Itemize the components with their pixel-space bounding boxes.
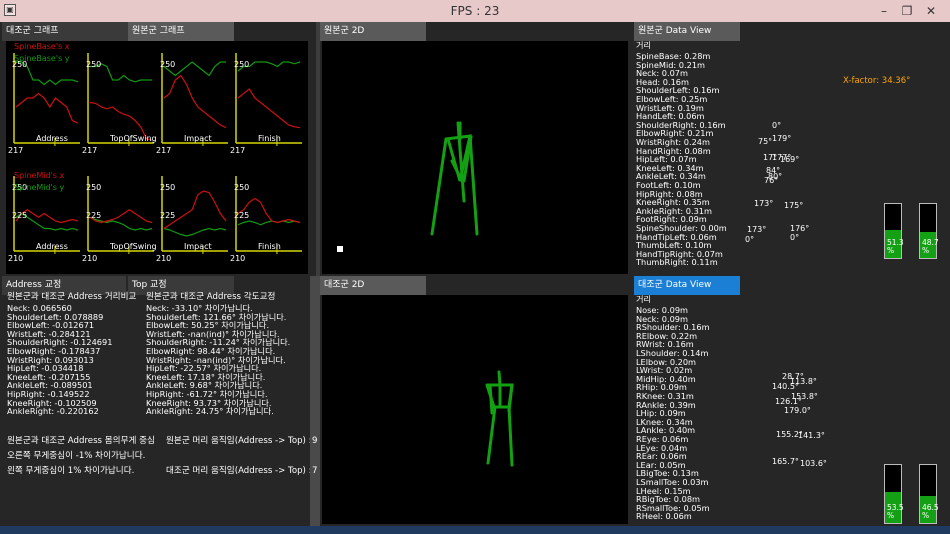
original-left-weight-bar: 51.3 %: [884, 203, 904, 259]
graph-canvas: 250 217 Address 250 217 TopOfSwing 250 217 Impac…: [6, 41, 308, 274]
tab-original-graph[interactable]: 원본군 그래프: [128, 22, 234, 41]
minimize-button[interactable]: –: [873, 2, 895, 20]
compare-2d-view: [322, 295, 628, 524]
phase-label: Address: [36, 134, 68, 143]
axis-mid-label: 225: [12, 211, 27, 220]
phase-label: Address: [36, 242, 68, 251]
axis-top-label: 250: [160, 183, 175, 192]
axis-bottom-label: 217: [156, 146, 171, 155]
weight-header: 원본군과 대조군 Address 몸의무게 중심: [7, 436, 155, 446]
original-angle-label: 169°: [780, 155, 800, 164]
original-2d-panel: 원본군 2D: [320, 22, 632, 276]
axis-mid-label: 225: [234, 211, 249, 220]
phase-label: Finish: [258, 242, 281, 251]
legend-y-series: SpineMid's y: [14, 183, 64, 192]
phase-label: Impact: [184, 242, 212, 251]
close-button[interactable]: ✕: [920, 2, 942, 20]
compare-angle-label: 141.3°: [798, 431, 825, 440]
original-angle-label: 173°: [754, 199, 774, 208]
head-move-original: 원본군 머리 움직임(Address -> Top) : 0.0: [166, 436, 316, 446]
original-angle-label: 76°: [764, 176, 779, 185]
original-angle-label: 0°: [745, 235, 755, 244]
axis-top-label: 250: [86, 183, 101, 192]
tab-compare-dataview[interactable]: 대조군 Data View: [634, 276, 740, 295]
original-dist-line: ThumbRight: 0.11m: [636, 257, 718, 268]
compare-right-weight-bar: 46.5 %: [919, 464, 939, 524]
compare-right-weight-label: 46.5 %: [922, 503, 939, 520]
axis-bottom-label: 210: [156, 254, 171, 263]
compare-2d-panel: 대조군 2D: [320, 276, 632, 526]
original-angle-label: 179°: [772, 134, 792, 143]
axis-bottom-label: 210: [8, 254, 23, 263]
tab-original-dataview[interactable]: 원본군 Data View: [634, 22, 740, 41]
taskbar: [0, 526, 950, 534]
window-title: FPS : 23: [450, 4, 500, 18]
head-move-compare: 대조군 머리 움직임(Address -> Top) : 0.0: [166, 466, 316, 476]
compare-left-weight-bar: 53.5 %: [884, 464, 904, 524]
original-skeleton: [337, 121, 479, 252]
original-angle-label: 0°: [790, 233, 800, 242]
original-left-weight-label: 51.3 %: [887, 238, 904, 255]
phase-label: TopOfSwing: [109, 134, 157, 143]
head-orig-tail: 9: [312, 436, 318, 446]
axis-top-label: 250: [234, 60, 249, 69]
correction-panel: Address 교정 Top 교정 원본군과 대조군 Address 거리비교 …: [0, 276, 316, 526]
compare-dist-line: RHeel: 0.06m: [636, 511, 692, 522]
correction-scrollbar[interactable]: 9 7: [310, 276, 320, 526]
compare-dist-header: 거리: [636, 294, 652, 304]
tab-compare-graph[interactable]: 대조군 그래프: [2, 22, 128, 41]
compare-angle-label: 113.8°: [790, 377, 817, 386]
legend-x-series: SpineBase's x: [14, 42, 70, 51]
axis-top-label: 250: [160, 60, 175, 69]
phase-label: TopOfSwing: [109, 242, 157, 251]
angle-header: 원본군과 대조군 Address 각도교정: [146, 292, 276, 302]
distance-line: AnkleRight: -0.220162: [7, 406, 99, 417]
weight-right: 오른쪽 무게중심이 -1% 차이가납니다.: [7, 451, 146, 461]
compare-angle-label: 126.1°: [775, 397, 802, 406]
compare-angle-label: 179.0°: [784, 406, 811, 415]
compare-left-weight-label: 53.5 %: [887, 503, 904, 520]
maximize-button[interactable]: ❐: [896, 2, 918, 20]
tab-compare-2d[interactable]: 대조군 2D: [320, 276, 426, 295]
original-right-weight-label: 48.7 %: [922, 238, 939, 255]
axis-bottom-label: 217: [82, 146, 97, 155]
original-angle-label: 176°: [790, 224, 810, 233]
original-angle-label: 0°: [772, 121, 782, 130]
original-dist-header: 거리: [636, 40, 652, 50]
compare-angle-label: 103.6°: [800, 459, 827, 468]
head-comp-tail: 7: [312, 466, 318, 476]
original-angle-label: 175°: [784, 201, 804, 210]
compare-dataview-panel: 대조군 Data View 거리 Nose: 0.09m Neck: 0.09m R…: [632, 276, 950, 526]
axis-mid-label: 225: [160, 211, 175, 220]
weight-left: 왼쪽 무게중심이 1% 차이가납니다.: [7, 466, 135, 476]
distance-header: 원본군과 대조군 Address 거리비교: [7, 292, 137, 302]
axis-bottom-label: 210: [230, 254, 245, 263]
angle-line: AnkleRight: 24.75° 차이가납니다.: [146, 406, 274, 417]
original-dataview-panel: 원본군 Data View 거리 SpineBase: 0.28m SpineMi…: [632, 22, 950, 276]
axis-bottom-label: 210: [82, 254, 97, 263]
legend-x-series: SpineMid's x: [14, 171, 64, 180]
axis-bottom-label: 217: [8, 146, 23, 155]
phase-label: Impact: [184, 134, 212, 143]
original-2d-view: [322, 41, 628, 274]
axis-bottom-label: 217: [230, 146, 245, 155]
compare-skeleton: [485, 370, 514, 467]
axis-mid-label: 225: [86, 211, 101, 220]
axis-top-label: 250: [234, 183, 249, 192]
original-right-weight-bar: 48.7 %: [919, 203, 939, 259]
title-bar: ▣ FPS : 23 – ❐ ✕: [0, 0, 950, 22]
tab-original-2d[interactable]: 원본군 2D: [320, 22, 426, 41]
phase-label: Finish: [258, 134, 281, 143]
x-factor: X-factor: 34.36°: [843, 76, 911, 86]
compare-angle-label: 165.7°: [772, 457, 799, 466]
graph-panel: 대조군 그래프 원본군 그래프 250 217 Address 250 217 TopOf…: [0, 22, 316, 276]
original-angle-label: 75°: [758, 137, 773, 146]
original-angle-label: 173°: [747, 225, 767, 234]
axis-top-label: 250: [86, 60, 101, 69]
legend-y-series: SpineBase's y: [14, 54, 70, 63]
